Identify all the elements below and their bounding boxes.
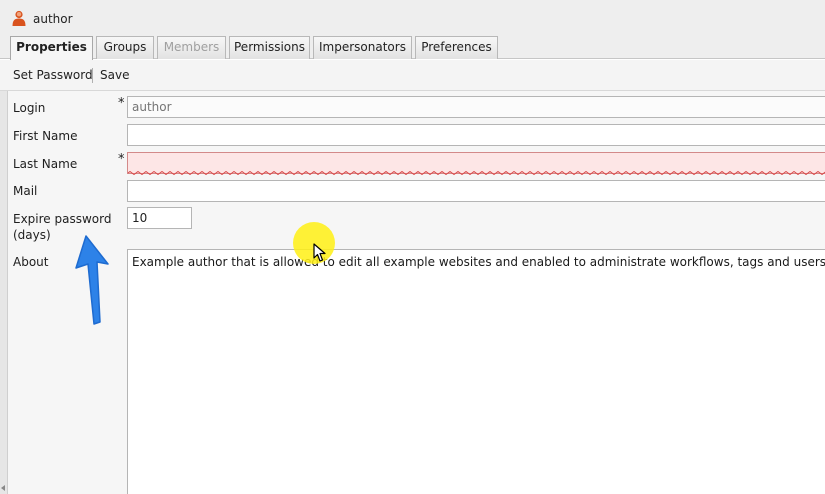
save-button[interactable]: Save (100, 68, 129, 82)
first-name-input[interactable] (127, 124, 825, 146)
tab-bar: Properties Groups Members Permissions Im… (0, 36, 825, 60)
login-label: Login (13, 101, 46, 115)
about-textarea[interactable]: Example author that is allowed to edit a… (127, 249, 825, 494)
expire-password-label-line2: (days) (13, 228, 51, 242)
first-name-label: First Name (13, 129, 78, 143)
last-name-label: Last Name (13, 157, 78, 171)
login-input[interactable] (127, 96, 825, 118)
set-password-button[interactable]: Set Password (13, 68, 93, 82)
tab-groups[interactable]: Groups (96, 36, 154, 59)
mail-input[interactable] (127, 180, 825, 202)
user-editor: author Properties Groups Members Permiss… (0, 0, 825, 494)
window-title: author (33, 12, 73, 26)
expire-password-label-line1: Expire password (13, 212, 112, 226)
user-icon (12, 10, 26, 26)
tab-permissions[interactable]: Permissions (229, 36, 310, 59)
toolbar-separator (92, 68, 93, 83)
tab-properties[interactable]: Properties (10, 36, 93, 60)
tab-members: Members (157, 36, 226, 59)
title-bar: author (0, 0, 825, 36)
tab-preferences[interactable]: Preferences (415, 36, 498, 59)
toolbar: Set Password Save (0, 60, 825, 91)
mail-label: Mail (13, 184, 38, 198)
about-label: About (13, 255, 49, 269)
expire-password-label: Expire password (days) (13, 211, 111, 243)
collapse-arrow-icon (1, 485, 5, 491)
collapse-handle[interactable] (0, 91, 8, 494)
login-required-mark: * (118, 96, 125, 111)
invalid-underline (128, 171, 825, 175)
expire-password-input[interactable] (127, 207, 192, 229)
last-name-required-mark: * (118, 152, 125, 167)
tab-impersonators[interactable]: Impersonators (313, 36, 412, 59)
